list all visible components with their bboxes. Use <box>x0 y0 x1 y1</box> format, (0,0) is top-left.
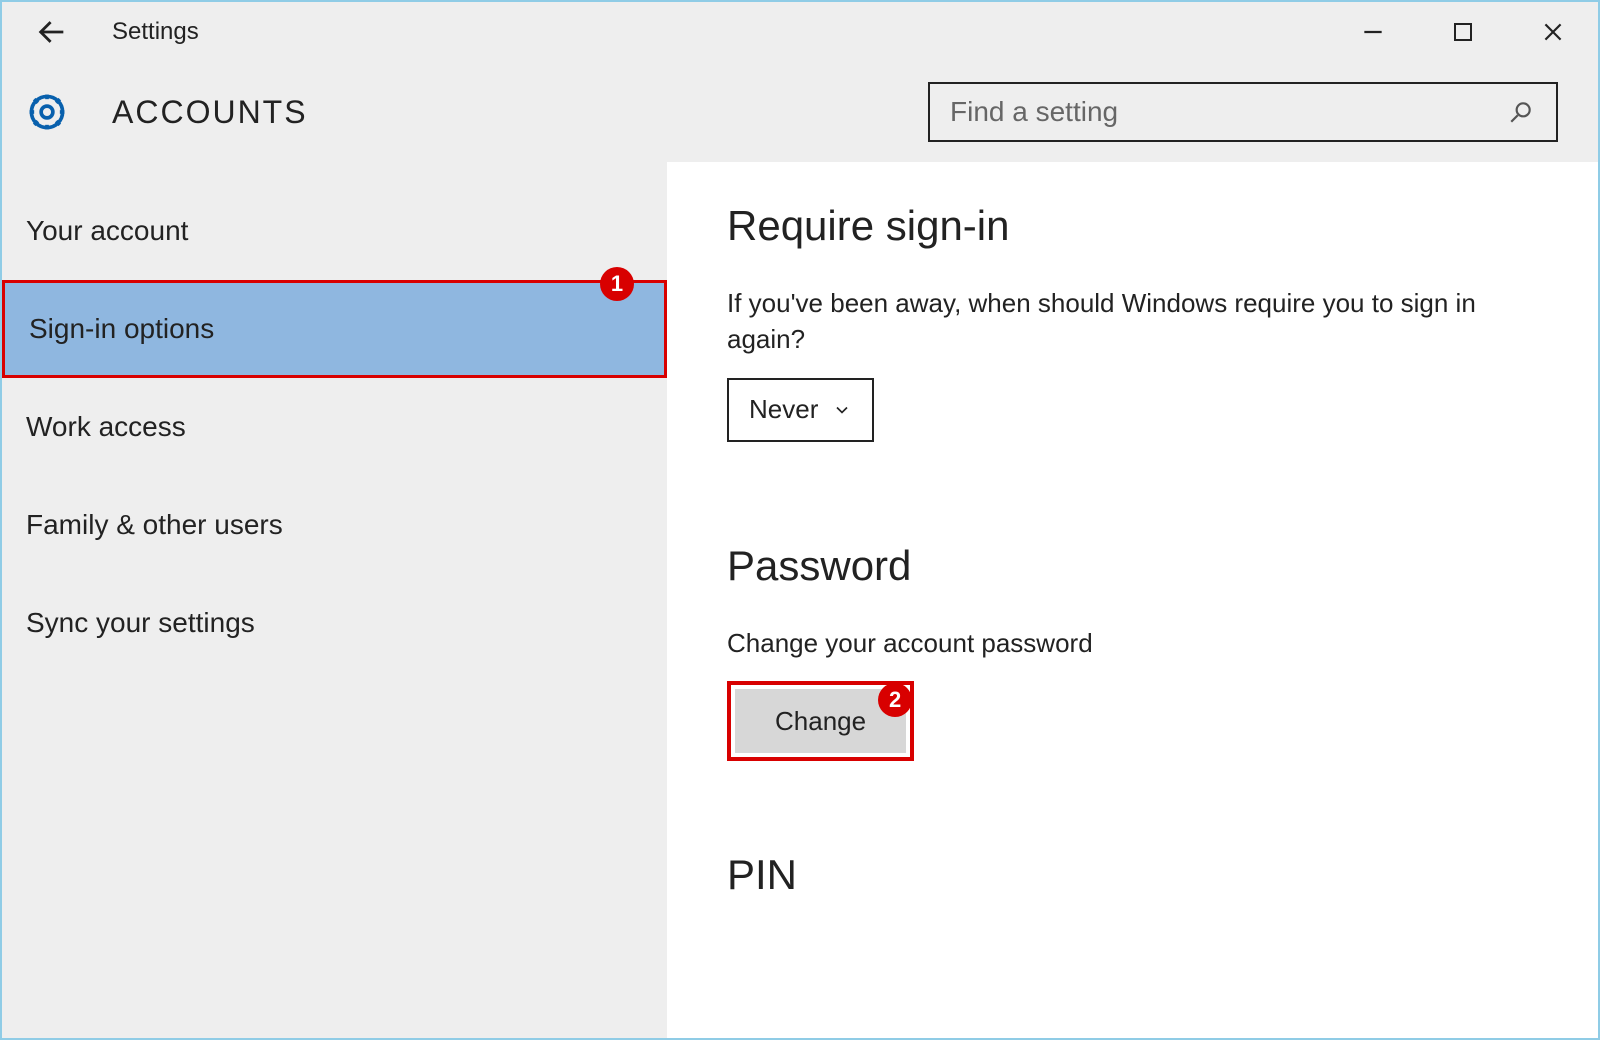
require-signin-description: If you've been away, when should Windows… <box>727 285 1538 358</box>
section-password: Password Change your account password Ch… <box>727 542 1538 761</box>
sidebar-item-sign-in-options[interactable]: Sign-in options 1 <box>2 280 667 378</box>
minimize-button[interactable] <box>1328 2 1418 62</box>
sidebar-item-label: Sync your settings <box>26 607 255 639</box>
window-title: Settings <box>112 18 199 46</box>
sidebar-item-your-account[interactable]: Your account <box>2 182 667 280</box>
back-button[interactable] <box>32 12 72 52</box>
window-controls <box>1328 2 1598 62</box>
sidebar-item-sync-your-settings[interactable]: Sync your settings <box>2 574 667 672</box>
annotation-badge-1: 1 <box>600 267 634 301</box>
sidebar-item-label: Work access <box>26 411 186 443</box>
gear-icon <box>22 87 72 137</box>
password-heading: Password <box>727 542 1538 590</box>
section-title: ACCOUNTS <box>112 94 308 131</box>
section-require-signin: Require sign-in If you've been away, whe… <box>727 202 1538 442</box>
chevron-down-icon <box>832 400 852 420</box>
search-box[interactable] <box>928 82 1558 142</box>
password-description: Change your account password <box>727 625 1538 661</box>
titlebar: Settings <box>2 2 1598 62</box>
sidebar-item-label: Sign-in options <box>29 313 214 345</box>
require-signin-dropdown[interactable]: Never <box>727 378 874 442</box>
annotation-badge-2: 2 <box>878 683 912 717</box>
section-pin: PIN <box>727 851 1538 899</box>
sidebar-item-work-access[interactable]: Work access <box>2 378 667 476</box>
require-signin-heading: Require sign-in <box>727 202 1538 250</box>
settings-window: Settings ACCOUNTS <box>0 0 1600 1040</box>
sidebar-item-label: Family & other users <box>26 509 283 541</box>
change-button-highlight: Change 2 <box>727 681 914 761</box>
search-icon <box>1506 97 1536 127</box>
search-input[interactable] <box>950 96 1506 128</box>
close-button[interactable] <box>1508 2 1598 62</box>
dropdown-value: Never <box>749 394 818 425</box>
maximize-button[interactable] <box>1418 2 1508 62</box>
sidebar-item-label: Your account <box>26 215 188 247</box>
sidebar-item-family-other-users[interactable]: Family & other users <box>2 476 667 574</box>
header: ACCOUNTS <box>2 62 1598 162</box>
main-content: Require sign-in If you've been away, whe… <box>667 162 1598 1038</box>
sidebar: Your account Sign-in options 1 Work acce… <box>2 162 667 1038</box>
body: Your account Sign-in options 1 Work acce… <box>2 162 1598 1038</box>
pin-heading: PIN <box>727 851 1538 899</box>
